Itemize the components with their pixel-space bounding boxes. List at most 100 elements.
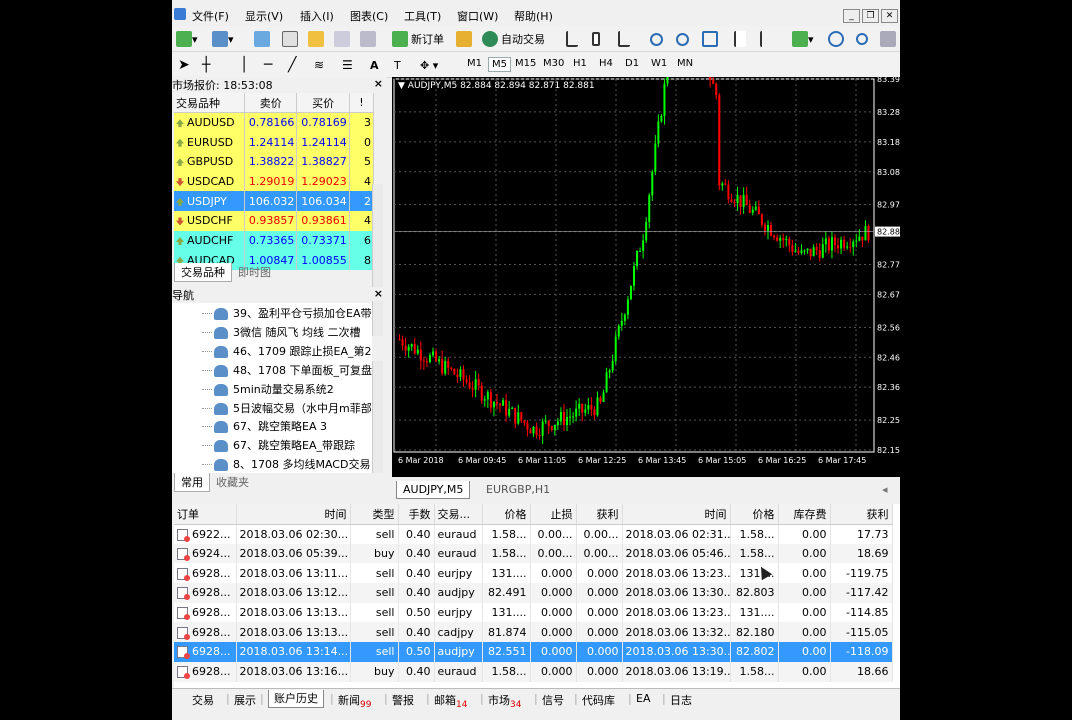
timeframe-m5[interactable]: M5 — [488, 57, 511, 72]
history-row[interactable]: 6928... 2018.03.06 13:13... sell 0.50 eurjpy… — [174, 602, 893, 623]
cursor-tool-icon[interactable]: ➤ — [178, 56, 190, 74]
market-watch-row[interactable]: USDJPY 106.032 106.034 2 — [174, 191, 375, 212]
menu-tools[interactable]: 工具(T) — [404, 8, 441, 24]
navigator-ea-item[interactable]: 67、跳空策略EA_带跟踪 — [214, 437, 355, 455]
terminal-tab[interactable]: 邮箱14 — [434, 692, 467, 710]
new-chart-icon[interactable]: ▾ — [176, 30, 198, 48]
chart-shift-icon[interactable] — [734, 30, 746, 48]
history-row[interactable]: 6924... 2018.03.06 05:39... buy 0.40 euraud 1… — [174, 543, 893, 564]
column-header[interactable]: 交易... — [434, 504, 483, 525]
navigator-ea-item[interactable]: 39、盈利平仓亏损加仓EA带 — [214, 305, 371, 323]
vertical-line-icon[interactable]: │ — [240, 56, 248, 74]
column-header[interactable]: 库存费 — [778, 504, 831, 525]
close-icon[interactable]: ✕ — [881, 9, 898, 23]
bar-chart-icon[interactable] — [566, 30, 578, 48]
crosshair-icon[interactable]: ┼ — [202, 56, 210, 74]
terminal-tab[interactable]: 交易 — [192, 692, 214, 708]
timeframe-m15[interactable]: M15 — [512, 57, 539, 70]
terminal-tab[interactable]: 新闻99 — [338, 692, 371, 710]
menu-insert[interactable]: 插入(I) — [300, 8, 334, 24]
market-watch-row[interactable]: USDCAD 1.29019 1.29023 4 — [174, 171, 375, 192]
column-header[interactable]: 时间 — [236, 504, 351, 525]
channel-icon[interactable]: ≋ — [314, 56, 324, 74]
line-chart-icon[interactable] — [618, 30, 630, 48]
menu-chart[interactable]: 图表(C) — [350, 8, 388, 24]
app-icon[interactable] — [174, 8, 186, 23]
column-header[interactable]: 类型 — [350, 504, 399, 525]
history-row[interactable]: 6922... 2018.03.06 02:30... sell 0.40 euraud… — [174, 524, 893, 544]
history-row[interactable]: 6928... 2018.03.06 13:11... sell 0.40 eurjpy… — [174, 563, 893, 584]
timeframe-d1[interactable]: D1 — [622, 57, 642, 70]
timeframe-m30[interactable]: M30 — [540, 57, 567, 70]
navigator-ea-item[interactable]: 8、1708 多均线MACD交易 — [214, 456, 370, 473]
arrows-tool-icon[interactable]: ✥ ▾ — [420, 56, 438, 74]
chart-tab-eurgbp[interactable]: EURGBP,H1 — [480, 481, 556, 498]
history-row[interactable]: 6928... 2018.03.06 13:12... sell 0.40 audjpy… — [174, 583, 893, 603]
market-watch-row[interactable]: EURUSD 1.24114 1.24114 0 — [174, 132, 375, 153]
market-watch-row[interactable]: AUDCHF 0.73365 0.73371 6 — [174, 230, 375, 251]
horizontal-line-icon[interactable]: ─ — [264, 56, 272, 74]
timeframe-h4[interactable]: H4 — [596, 57, 616, 70]
zoom-in-icon[interactable] — [650, 30, 663, 48]
navigator-ea-item[interactable]: 67、跳空策略EA 3 — [214, 418, 327, 436]
history-row[interactable]: 6928... 2018.03.06 13:16... buy 0.40 euraud 1… — [174, 661, 893, 682]
candlestick-icon[interactable] — [592, 30, 600, 48]
timeframe-mn[interactable]: MN — [674, 57, 696, 70]
menu-file[interactable]: 文件(F) — [192, 8, 229, 24]
column-header[interactable]: 时间 — [622, 504, 731, 525]
column-header[interactable]: 获利 — [576, 504, 623, 525]
navigator-ea-item[interactable]: 5日波幅交易（水中月m菲部 — [214, 400, 372, 418]
terminal-tab[interactable]: 日志 — [670, 692, 692, 708]
terminal-tab[interactable]: 市场34 — [488, 692, 521, 710]
new-order-button[interactable]: 新订单 — [392, 30, 444, 48]
tab-symbols[interactable]: 交易品种 — [174, 263, 232, 282]
column-header[interactable]: 订单 — [174, 504, 237, 525]
column-header[interactable]: 价格 — [730, 504, 779, 525]
timeframe-h1[interactable]: H1 — [570, 57, 590, 70]
terminal-tab[interactable]: 警报 — [392, 692, 414, 708]
market-watch-icon[interactable] — [254, 30, 270, 48]
options-icon[interactable] — [880, 30, 896, 48]
column-header[interactable]: 止损 — [530, 504, 577, 525]
tab-favorites[interactable]: 收藏夹 — [210, 473, 255, 491]
timeframe-m1[interactable]: M1 — [464, 57, 485, 70]
metaeditor-icon[interactable] — [456, 30, 472, 48]
menu-window[interactable]: 窗口(W) — [457, 8, 498, 24]
navigator-ea-item[interactable]: 48、1708 下单面板_可复盘 — [214, 362, 372, 380]
restore-icon[interactable]: ❐ — [862, 9, 879, 23]
label-tool-icon[interactable]: T — [394, 56, 401, 74]
terminal-tab[interactable]: EA — [636, 692, 650, 705]
history-row[interactable]: 6928... 2018.03.06 13:13... sell 0.40 cadjpy… — [174, 622, 893, 643]
tile-windows-icon[interactable] — [702, 30, 718, 48]
chart-tab-audjpy[interactable]: AUDJPY,M5 — [396, 481, 471, 499]
tab-tick-chart[interactable]: 即时图 — [232, 263, 277, 281]
terminal-tab[interactable]: 账户历史 — [268, 690, 324, 708]
scrollbar[interactable] — [372, 361, 383, 473]
menu-view[interactable]: 显示(V) — [245, 8, 283, 24]
navigator-icon[interactable] — [308, 30, 324, 48]
market-watch-row[interactable]: USDCHF 0.93857 0.93861 4 — [174, 211, 375, 231]
fibonacci-icon[interactable]: ☰ — [342, 56, 353, 74]
terminal-tab[interactable]: 展示 — [234, 692, 256, 708]
data-window-icon[interactable] — [282, 30, 298, 48]
periods-clock-icon[interactable] — [828, 30, 844, 48]
profiles-icon[interactable]: ▾ — [212, 30, 234, 48]
zoom-out-icon[interactable] — [676, 30, 689, 48]
column-header[interactable]: 买价 — [296, 93, 350, 114]
navigator-ea-item[interactable]: 5min动量交易系统2 — [214, 381, 334, 399]
column-header[interactable]: 交易品种 — [174, 93, 246, 114]
indicators-icon[interactable]: ▾ — [792, 30, 814, 48]
navigator-ea-item[interactable]: 3微信 随风飞 均线 二次槽 — [214, 324, 361, 342]
menu-help[interactable]: 帮助(H) — [514, 8, 553, 24]
market-watch-row[interactable]: GBPUSD 1.38822 1.38827 5 — [174, 152, 375, 172]
terminal-tab[interactable]: 代码库 — [582, 692, 615, 708]
minimize-icon[interactable]: _ — [843, 9, 860, 23]
column-header[interactable]: 价格 — [482, 504, 531, 525]
terminal-tab[interactable]: 信号 — [542, 692, 564, 708]
scroll-left-icon[interactable]: ◂ — [876, 481, 894, 498]
candlestick-chart[interactable]: 83.39 83.28 83.18 83.08 82.97 82.88 82.77 82.67… — [392, 77, 900, 477]
terminal-icon[interactable] — [334, 30, 350, 48]
search-icon[interactable] — [856, 30, 868, 48]
close-icon[interactable]: × — [374, 77, 383, 90]
close-icon[interactable]: × — [374, 287, 383, 300]
